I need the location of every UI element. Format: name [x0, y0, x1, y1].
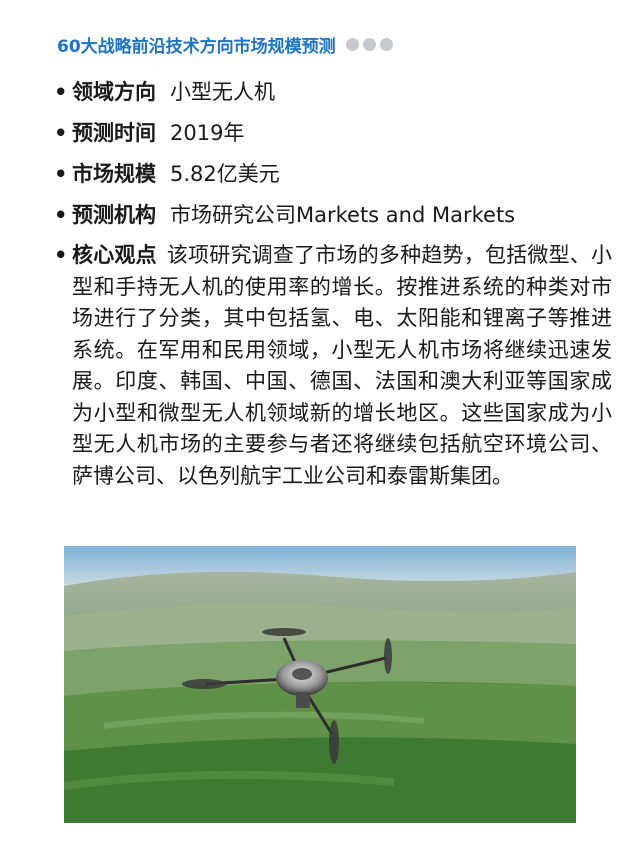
list-item-market-size: • 市场规模 5.82亿美元: [52, 154, 612, 195]
info-list: • 领域方向 小型无人机 • 预测时间 2019年 • 市场规模 5.82亿美元…: [52, 72, 612, 492]
agency-label: 预测机构: [72, 203, 156, 227]
time-value: 2019年: [170, 121, 245, 145]
drone-photo: [64, 546, 576, 823]
dot-icon: [362, 37, 376, 51]
bullet-icon: •: [54, 121, 68, 145]
core-view-paragraph: 核心观点 该项研究调查了市场的多种趋势，包括微型、小型和手持无人机的使用率的增长。…: [72, 240, 612, 492]
section-header: 60大战略前沿技术方向市场规模预测: [57, 30, 393, 58]
dot-icon: [379, 37, 393, 51]
bullet-icon: •: [54, 203, 68, 227]
list-item-core-view: • 核心观点 该项研究调查了市场的多种趋势，包括微型、小型和手持无人机的使用率的增…: [52, 240, 612, 492]
field-label: 领域方向: [72, 80, 156, 104]
bullet-icon: •: [54, 162, 68, 186]
field-value: 小型无人机: [170, 80, 275, 104]
core-view-label: 核心观点: [72, 243, 157, 267]
market-size-label: 市场规模: [72, 162, 156, 186]
dot-icon: [345, 37, 359, 51]
market-size-value: 5.82亿美元: [170, 162, 280, 186]
list-item-field: • 领域方向 小型无人机: [52, 72, 612, 113]
decorative-dots: [342, 37, 393, 51]
time-label: 预测时间: [72, 121, 156, 145]
bullet-icon: •: [54, 243, 68, 267]
list-item-agency: • 预测机构 市场研究公司Markets and Markets: [52, 195, 612, 236]
section-title: 60大战略前沿技术方向市场规模预测: [57, 36, 336, 57]
bullet-icon: •: [54, 80, 68, 104]
list-item-time: • 预测时间 2019年: [52, 113, 612, 154]
agency-value: 市场研究公司Markets and Markets: [170, 203, 516, 227]
core-view-text: 该项研究调查了市场的多种趋势，包括微型、小型和手持无人机的使用率的增长。按推进系…: [72, 243, 613, 488]
